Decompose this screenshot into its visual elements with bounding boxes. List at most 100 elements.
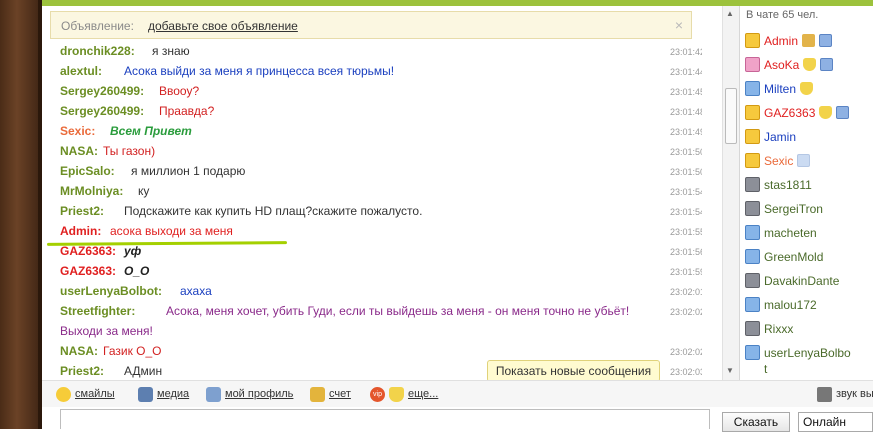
message-nick[interactable]: userLenyaBolbot: <box>60 281 162 301</box>
message-nick[interactable]: NASA: <box>60 141 98 161</box>
announcement-bar: Объявление: добавьте свое объявление × <box>50 11 692 39</box>
gift-icon <box>797 154 811 168</box>
avatar-icon <box>745 33 760 49</box>
film-icon <box>138 386 153 402</box>
message-text: ахаха <box>180 284 212 298</box>
avatar-icon <box>745 81 760 97</box>
status-select[interactable]: Онлайн <box>798 412 873 432</box>
chat-message: EpicSalo: я миллион 1 подарю 23:01:50 <box>42 161 702 181</box>
user-list-item[interactable]: GreenMold <box>745 246 823 268</box>
user-list-item[interactable]: userLenyaBolbo <box>745 342 851 364</box>
message-text: Газик О_О <box>103 344 162 358</box>
user-name: DavakinDante <box>764 273 840 288</box>
message-nick[interactable]: alextul: <box>60 61 102 81</box>
scroll-down-icon[interactable]: ▼ <box>726 366 734 375</box>
sound-toggle[interactable]: звук вы <box>817 386 873 402</box>
message-text: Асока, меня хочет, убить Гуди, если ты в… <box>166 304 630 318</box>
user-list-item[interactable]: Sexic <box>745 150 811 172</box>
media-label: медиа <box>157 388 190 401</box>
message-text: Подскажите как купить HD плащ?скажите по… <box>124 204 423 218</box>
avatar-icon <box>745 225 760 241</box>
chat-message: GAZ6363: О_О 23:01:59 <box>42 261 702 281</box>
chat-app: Объявление: добавьте свое объявление × d… <box>42 0 873 432</box>
message-scrollbar[interactable]: ▲ ▼ <box>722 6 739 380</box>
more-label: еще... <box>408 388 439 401</box>
user-list-item[interactable]: Jamin <box>745 126 796 148</box>
message-text: Всем Привет <box>110 124 192 138</box>
profile-button[interactable]: мой профиль <box>206 386 293 402</box>
user-list-item[interactable]: Rixxx <box>745 318 793 340</box>
user-name: AsoKa <box>764 57 800 72</box>
message-nick[interactable]: GAZ6363: <box>60 261 116 281</box>
message-time: 23:01:55 <box>670 227 702 237</box>
message-text: Ввооу? <box>159 84 200 98</box>
message-time: 23:02:01 <box>670 287 702 297</box>
message-nick[interactable]: Priest2: <box>60 201 104 221</box>
message-time: 23:01:50 <box>670 147 702 157</box>
send-button[interactable]: Сказать <box>722 412 790 432</box>
message-text: Выходи за меня! <box>60 324 153 338</box>
add-announcement-link[interactable]: добавьте свое объявление <box>148 19 298 33</box>
chat-message: dronchik228: я знаю 23:01:42 <box>42 42 702 61</box>
user-list-item[interactable]: Milten <box>745 78 814 100</box>
message-nick[interactable]: Priest2: <box>60 361 104 380</box>
scroll-up-icon[interactable]: ▲ <box>726 9 734 18</box>
message-nick[interactable]: Streetfighter: <box>60 301 135 321</box>
shield-icon <box>803 58 817 72</box>
show-new-messages-button[interactable]: Показать новые сообщения <box>487 360 660 382</box>
message-input[interactable] <box>60 409 710 429</box>
media-button[interactable]: медиа <box>138 386 189 402</box>
user-name: Sexic <box>764 153 794 168</box>
users-count-header: В чате 65 чел. <box>746 9 819 21</box>
avatar-icon <box>745 57 760 73</box>
user-list-item[interactable]: Admin <box>745 30 833 52</box>
message-nick[interactable]: Sexic: <box>60 121 95 141</box>
message-nick[interactable]: Admin: <box>60 221 101 241</box>
gift-icon <box>820 58 834 72</box>
message-nick[interactable]: NASA: <box>60 341 98 361</box>
user-name: Jamin <box>764 129 797 144</box>
chat-message: Sergey260499: Праавда? 23:01:48 <box>42 101 702 121</box>
avatar-icon <box>745 177 760 193</box>
scrollbar-thumb[interactable] <box>725 88 737 144</box>
chat-pane: Объявление: добавьте свое объявление × d… <box>42 6 720 382</box>
user-list-item[interactable]: GAZ6363 <box>745 102 850 124</box>
message-time: 23:01:56 <box>670 247 702 257</box>
message-nick[interactable]: Sergey260499: <box>60 81 144 101</box>
message-nick[interactable]: EpicSalo: <box>60 161 115 181</box>
user-list-item[interactable]: AsoKa <box>745 54 834 76</box>
message-time: 23:01:44 <box>670 67 702 77</box>
chat-message: Priest2: Подскажите как купить HD плащ?ск… <box>42 201 702 221</box>
user-list-item[interactable]: stas1811 <box>745 174 812 196</box>
user-list-item[interactable]: macheten <box>745 222 817 244</box>
message-time: 23:02:02 <box>670 307 702 317</box>
user-name: SergeiTron <box>764 201 823 216</box>
user-name: malou172 <box>764 297 817 312</box>
avatar-icon <box>745 345 760 361</box>
smileys-button[interactable]: смайлы <box>56 386 115 402</box>
message-list[interactable]: dronchik228: я знаю 23:01:42 alextul: Асока … <box>42 42 702 380</box>
message-text: я знаю <box>152 44 190 58</box>
message-time: 23:01:50 <box>670 167 702 177</box>
message-nick[interactable]: dronchik228: <box>60 42 135 61</box>
more-button[interactable]: vip еще... <box>370 386 438 402</box>
user-list-item[interactable]: SergeiTron <box>745 198 823 220</box>
avatar-icon <box>745 201 760 217</box>
user-name: stas1811 <box>764 177 812 192</box>
message-nick[interactable]: MrMolniya: <box>60 181 123 201</box>
close-icon[interactable]: × <box>675 17 683 33</box>
user-name: GreenMold <box>764 249 824 264</box>
message-time: 23:01:42 <box>670 47 702 57</box>
message-nick[interactable]: Sergey260499: <box>60 101 144 121</box>
user-list-item[interactable]: malou172 <box>745 294 817 316</box>
account-button[interactable]: счет <box>310 386 351 402</box>
avatar-icon <box>745 297 760 313</box>
user-list-item[interactable]: t <box>764 358 767 380</box>
message-text: я миллион 1 подарю <box>131 164 246 178</box>
message-time: 23:01:54 <box>670 207 702 217</box>
coins-icon <box>310 386 325 402</box>
user-list-item[interactable]: DavakinDante <box>745 270 839 292</box>
chat-message: userLenyaBolbot: ахаха 23:02:01 <box>42 281 702 301</box>
user-name: t <box>764 361 768 376</box>
user-list-panel: В чате 65 чел. Admin AsoKa Milten GAZ6363 Ja… <box>740 6 873 380</box>
